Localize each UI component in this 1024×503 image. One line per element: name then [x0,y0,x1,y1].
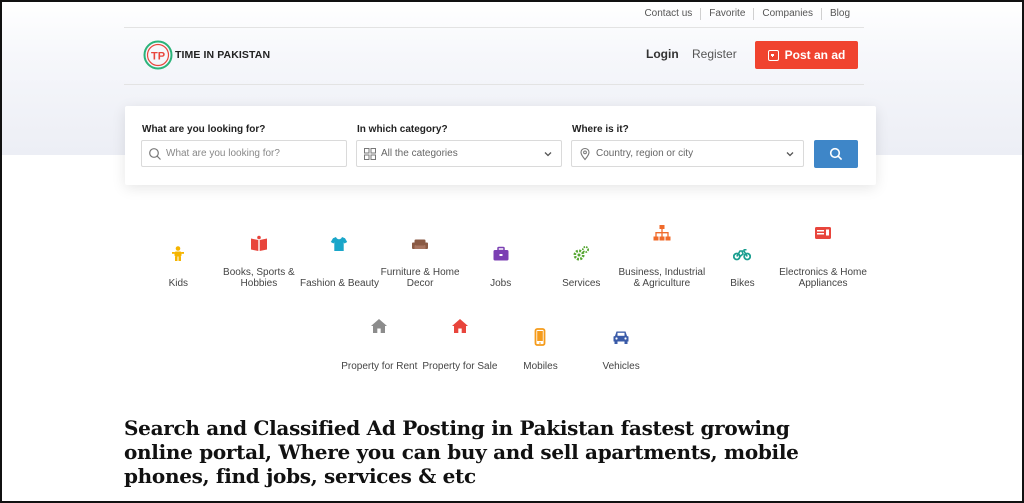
category-fashion[interactable]: Fashion & Beauty [299,218,380,289]
category-label: Bikes [730,278,755,289]
category-furniture[interactable]: Furniture & Home Decor [380,218,461,289]
search-icon [829,147,843,161]
category-property-sale[interactable]: Property for Sale [420,312,501,372]
category-row-1: Kids Books, Sports & Hobbies Fashion & B… [138,218,867,293]
kids-icon [169,245,187,263]
post-ad-button[interactable]: Post an ad [755,41,858,69]
favorite-link[interactable]: Favorite [700,8,753,20]
sitemap-icon [653,224,671,242]
category-label: Mobiles [523,361,558,372]
category-services[interactable]: Services [541,218,622,289]
category-label: In which category? [357,124,448,135]
sofa-icon [411,235,429,253]
tshirt-icon [330,235,348,253]
site-header: TP TIME IN PAKISTAN Login Register Post … [124,28,864,85]
site-logo[interactable]: TP TIME IN PAKISTAN [143,40,270,70]
category-select[interactable]: All the categories [356,140,562,167]
blog-link[interactable]: Blog [820,8,858,20]
category-bikes[interactable]: Bikes [702,218,783,289]
category-business[interactable]: Business, Industrial & Agriculture [619,218,705,289]
svg-text:TP: TP [151,51,165,63]
house-icon [451,317,469,335]
post-ad-label: Post an ad [784,48,846,62]
plus-square-icon [767,49,779,61]
logo-text: TIME IN PAKISTAN [175,49,271,61]
category-row-2: Property for Rent Property for Sale Mobi… [339,312,661,372]
category-label: Vehicles [602,361,640,372]
gears-icon [572,245,590,263]
grid-icon [364,147,376,160]
category-label: Property for Rent [341,361,418,372]
where-label: Where is it? [572,124,629,135]
contact-us-link[interactable]: Contact us [636,8,700,20]
category-label: Property for Sale [422,361,498,372]
search-icon [149,147,161,160]
car-icon [612,328,630,346]
what-label: What are you looking for? [142,124,266,135]
category-value: All the categories [381,148,458,159]
motorcycle-icon [733,245,752,263]
what-input[interactable] [166,148,346,159]
category-mobiles[interactable]: Mobiles [500,312,581,372]
chevron-down-icon [544,151,552,156]
category-kids[interactable]: Kids [138,218,219,289]
top-utility-bar: Contact us Favorite Companies Blog [124,2,864,28]
search-panel: What are you looking for? In which categ… [125,106,876,185]
category-books[interactable]: Books, Sports & Hobbies [219,218,300,289]
chevron-down-icon [786,151,794,156]
location-select[interactable]: Country, region or city [571,140,804,167]
what-field[interactable] [141,140,347,167]
briefcase-icon [492,245,510,263]
register-link[interactable]: Register [692,47,737,61]
appliance-icon [814,224,832,242]
category-label: Electronics & Home Appliances [779,267,867,289]
companies-link[interactable]: Companies [753,8,821,20]
book-icon [250,235,268,253]
top-links: Contact us Favorite Companies Blog [636,8,858,20]
category-property-rent[interactable]: Property for Rent [339,312,420,372]
logo-icon: TP [143,40,173,70]
category-electronics[interactable]: Electronics & Home Appliances [779,218,867,289]
category-label: Jobs [490,278,512,289]
category-vehicles[interactable]: Vehicles [581,312,662,372]
category-label: Furniture & Home Decor [380,267,460,289]
category-label: Fashion & Beauty [300,278,379,289]
category-label: Services [562,278,601,289]
category-label: Business, Industrial & Agriculture [618,267,706,289]
search-button[interactable] [814,140,858,168]
login-link[interactable]: Login [646,47,679,61]
house-icon [370,317,388,335]
location-value: Country, region or city [596,148,694,159]
location-pin-icon [580,147,590,160]
page-headline: Search and Classified Ad Posting in Paki… [124,416,799,488]
category-label: Kids [168,278,189,289]
mobile-icon [531,328,549,346]
category-jobs[interactable]: Jobs [460,218,541,289]
category-label: Books, Sports & Hobbies [223,267,295,289]
